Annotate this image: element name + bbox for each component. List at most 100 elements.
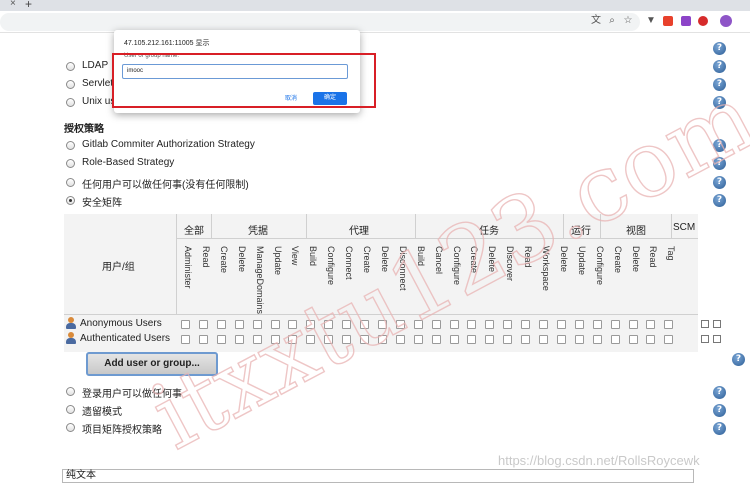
toggle-all-icon[interactable]	[701, 335, 709, 343]
permission-checkbox[interactable]	[360, 335, 369, 344]
radio-unix[interactable]	[66, 98, 75, 107]
help-icon[interactable]: ?	[713, 78, 726, 91]
bookmark-star-icon[interactable]: ☆	[622, 15, 634, 27]
permission-checkbox[interactable]	[485, 335, 494, 344]
permission-checkbox[interactable]	[664, 335, 673, 344]
help-icon[interactable]: ?	[732, 353, 745, 366]
radio-gitlab-strategy[interactable]	[66, 141, 75, 150]
permission-checkbox[interactable]	[646, 320, 655, 329]
help-icon[interactable]: ?	[713, 194, 726, 207]
permission-checkbox[interactable]	[253, 320, 262, 329]
help-icon[interactable]: ?	[713, 404, 726, 417]
permission-checkbox[interactable]	[235, 335, 244, 344]
permission-checkbox[interactable]	[611, 335, 620, 344]
permission-checkbox[interactable]	[503, 335, 512, 344]
permission-checkbox[interactable]	[593, 335, 602, 344]
permission-column-header: Cancel	[430, 246, 444, 314]
radio-role-based[interactable]	[66, 159, 75, 168]
permission-checkbox[interactable]	[217, 335, 226, 344]
permission-checkbox[interactable]	[181, 320, 190, 329]
permission-checkbox[interactable]	[396, 320, 405, 329]
radio-legacy-mode[interactable]	[66, 405, 75, 414]
permission-checkbox[interactable]	[324, 320, 333, 329]
help-icon[interactable]: ?	[713, 386, 726, 399]
permission-checkbox[interactable]	[378, 320, 387, 329]
permission-checkbox[interactable]	[467, 335, 476, 344]
permission-checkbox[interactable]	[181, 335, 190, 344]
address-bar[interactable]	[0, 13, 640, 31]
permission-checkbox[interactable]	[288, 335, 297, 344]
zoom-icon[interactable]: ⌕	[606, 15, 618, 27]
help-icon[interactable]: ?	[713, 176, 726, 189]
radio-ldap[interactable]	[66, 62, 75, 71]
tab-close-icon[interactable]: ×	[10, 0, 16, 9]
profile-icon[interactable]	[720, 15, 732, 27]
permission-checkbox[interactable]	[593, 320, 602, 329]
permission-checkbox[interactable]	[629, 335, 638, 344]
permission-checkbox[interactable]	[396, 335, 405, 344]
permission-checkbox[interactable]	[271, 335, 280, 344]
radio-anyone-anything[interactable]	[66, 178, 75, 187]
permission-checkbox[interactable]	[629, 320, 638, 329]
help-icon[interactable]: ?	[713, 60, 726, 73]
extension-icon[interactable]	[698, 16, 708, 26]
extension-icon[interactable]	[681, 16, 691, 26]
permission-checkbox[interactable]	[288, 320, 297, 329]
add-user-or-group-button[interactable]: Add user or group...	[86, 352, 218, 376]
permission-checkbox[interactable]	[235, 320, 244, 329]
footer-url: https://blog.csdn.net/RollsRoycewk	[498, 453, 700, 468]
toggle-all-icon[interactable]	[701, 320, 709, 328]
permission-checkbox[interactable]	[575, 320, 584, 329]
permission-checkbox[interactable]	[360, 320, 369, 329]
permission-checkbox[interactable]	[217, 320, 226, 329]
markup-formatter-select[interactable]: 纯文本	[62, 469, 694, 483]
radio-project-matrix[interactable]	[66, 423, 75, 432]
extension-icon[interactable]: ▼	[645, 15, 657, 27]
permission-checkbox[interactable]	[611, 320, 620, 329]
permission-checkbox[interactable]	[432, 335, 441, 344]
user-group-icon	[65, 332, 77, 344]
permission-checkbox[interactable]	[199, 320, 208, 329]
new-tab-button[interactable]: +	[25, 0, 32, 11]
extension-icon[interactable]	[663, 16, 673, 26]
permission-checkbox[interactable]	[306, 335, 315, 344]
radio-matrix-security[interactable]	[66, 196, 75, 205]
permission-label: Configure	[326, 246, 336, 286]
remove-row-icon[interactable]	[713, 335, 721, 343]
permission-checkbox[interactable]	[557, 335, 566, 344]
permission-checkbox[interactable]	[324, 335, 333, 344]
permission-checkbox[interactable]	[342, 335, 351, 344]
permission-checkbox[interactable]	[199, 335, 208, 344]
permission-checkbox[interactable]	[414, 335, 423, 344]
remove-row-icon[interactable]	[713, 320, 721, 328]
help-icon[interactable]: ?	[713, 96, 726, 109]
permission-checkbox[interactable]	[450, 320, 459, 329]
permission-checkbox[interactable]	[414, 320, 423, 329]
radio-logged-in-anything[interactable]	[66, 387, 75, 396]
translate-icon[interactable]: 文	[590, 15, 602, 27]
permission-checkbox[interactable]	[432, 320, 441, 329]
permission-checkbox[interactable]	[450, 335, 459, 344]
help-icon[interactable]: ?	[713, 422, 726, 435]
help-icon[interactable]: ?	[713, 157, 726, 170]
permission-column-header: Workspace	[537, 246, 551, 314]
permission-checkbox[interactable]	[467, 320, 476, 329]
help-icon[interactable]: ?	[713, 42, 726, 55]
permission-checkbox[interactable]	[503, 320, 512, 329]
permission-checkbox[interactable]	[521, 320, 530, 329]
permission-checkbox[interactable]	[539, 335, 548, 344]
permission-checkbox[interactable]	[521, 335, 530, 344]
radio-servlet[interactable]	[66, 80, 75, 89]
permission-checkbox[interactable]	[378, 335, 387, 344]
permission-checkbox[interactable]	[253, 335, 262, 344]
permission-checkbox[interactable]	[646, 335, 655, 344]
permission-checkbox[interactable]	[485, 320, 494, 329]
permission-checkbox[interactable]	[575, 335, 584, 344]
permission-checkbox[interactable]	[557, 320, 566, 329]
help-icon[interactable]: ?	[713, 139, 726, 152]
permission-checkbox[interactable]	[342, 320, 351, 329]
permission-checkbox[interactable]	[539, 320, 548, 329]
permission-checkbox[interactable]	[271, 320, 280, 329]
permission-checkbox[interactable]	[664, 320, 673, 329]
permission-checkbox[interactable]	[306, 320, 315, 329]
